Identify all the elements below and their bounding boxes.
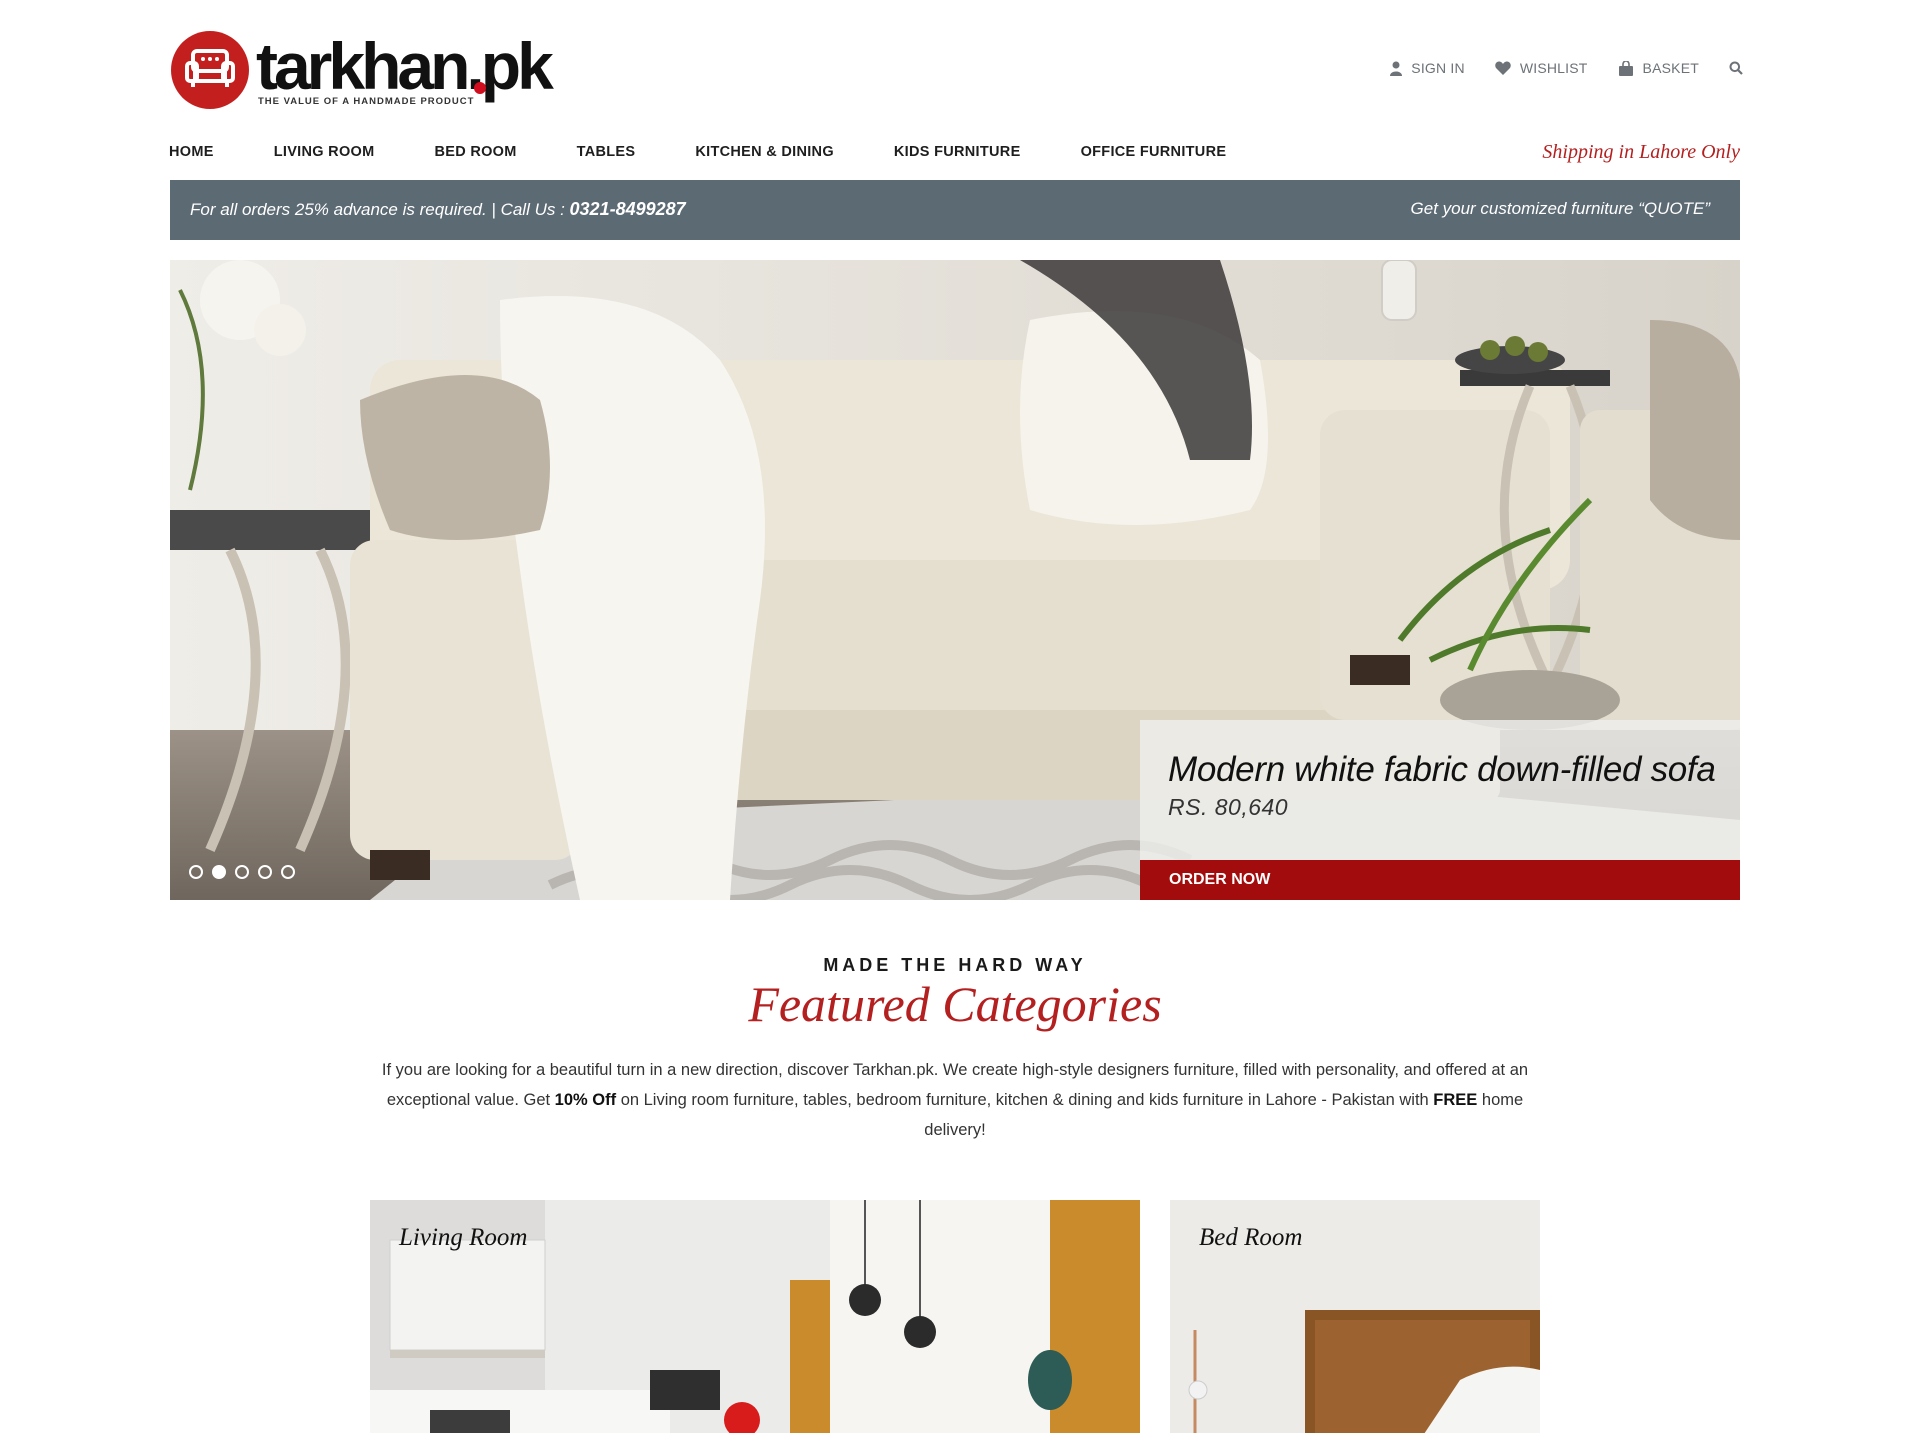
nav-kitchen-dining[interactable]: KITCHEN & DINING [695,144,834,160]
sign-in-link[interactable]: SIGN IN [1390,60,1465,76]
nav-living-room[interactable]: LIVING ROOM [274,144,375,160]
heart-icon [1495,61,1511,75]
intro-free: FREE [1433,1091,1478,1109]
nav-kids-furniture[interactable]: KIDS FURNITURE [894,144,1021,160]
promo-bar: For all orders 25% advance is required. … [170,180,1740,240]
user-icon [1390,61,1403,76]
nav-tables[interactable]: TABLES [577,144,636,160]
slider-dot-4[interactable] [258,865,272,879]
section-title: Featured Categories [748,976,1162,1032]
basket-label: BASKET [1642,60,1699,76]
slider-dots [189,865,295,879]
category-card-living-room[interactable]: Living Room [370,1200,1140,1433]
logo-wordmark: tarkhan.pk [256,29,554,103]
logo-dot [474,82,486,94]
intro-text-2: on Living room furniture, tables, bedroo… [616,1091,1434,1109]
category-label-living-room: Living Room [399,1224,528,1251]
site-logo[interactable]: tarkhan.pk THE VALUE OF A HANDMADE PRODU… [170,28,554,113]
slider-dot-5[interactable] [281,865,295,879]
phone-number[interactable]: 0321-8499287 [570,199,686,219]
sofa-logo-icon [171,31,249,109]
category-label-bed-room: Bed Room [1199,1224,1303,1251]
wishlist-link[interactable]: WISHLIST [1495,60,1588,76]
section-intro: If you are looking for a beautiful turn … [365,1055,1545,1145]
hero-slider: Modern white fabric down-filled sofa RS.… [170,260,1740,900]
hero-product-title: Modern white fabric down-filled sofa [1168,750,1716,789]
slider-dot-2[interactable] [212,865,226,879]
slider-dot-3[interactable] [235,865,249,879]
nav-bed-room[interactable]: BED ROOM [434,144,516,160]
search-button[interactable] [1729,61,1743,75]
advance-notice: For all orders 25% advance is required. … [190,199,686,220]
section-eyebrow: MADE THE HARD WAY [823,955,1087,975]
search-icon [1729,61,1743,75]
quote-link[interactable]: Get your customized furniture “QUOTE” [1411,199,1710,219]
caption-panel: Modern white fabric down-filled sofa RS.… [1140,720,1740,860]
order-now-button[interactable]: ORDER NOW [1140,860,1740,900]
category-card-bed-room[interactable]: Bed Room [1170,1200,1540,1433]
main-nav: HOME LIVING ROOM BED ROOM TABLES KITCHEN… [169,144,1286,160]
nav-home[interactable]: HOME [169,144,214,160]
wishlist-label: WISHLIST [1519,60,1588,76]
hero-caption: Modern white fabric down-filled sofa RS.… [1140,720,1740,900]
basket-link[interactable]: BASKET [1618,60,1699,76]
advance-text: For all orders 25% advance is required. … [190,200,570,219]
intro-discount: 10% Off [554,1091,617,1109]
logo-tagline: THE VALUE OF A HANDMADE PRODUCT [258,96,475,107]
sign-in-label: SIGN IN [1411,60,1465,76]
utility-nav: SIGN IN WISHLIST BASKET [1390,60,1743,76]
slider-dot-1[interactable] [189,865,203,879]
nav-office-furniture[interactable]: OFFICE FURNITURE [1081,144,1227,160]
shipping-note: Shipping in Lahore Only [1542,141,1740,163]
hero-product-price: RS. 80,640 [1168,794,1289,820]
basket-icon [1618,60,1633,76]
